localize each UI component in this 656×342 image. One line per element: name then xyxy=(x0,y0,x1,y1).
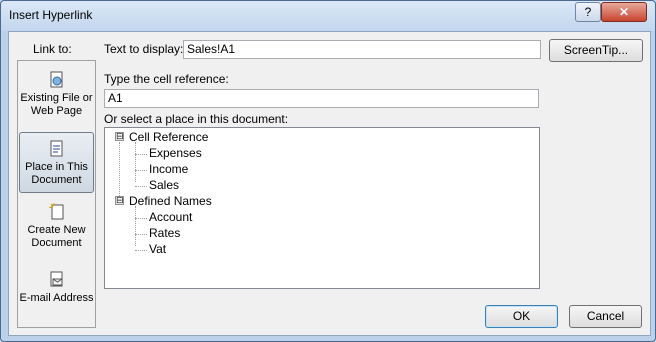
cell-reference-label: Type the cell reference: xyxy=(104,72,229,86)
tree-line xyxy=(135,142,136,182)
link-to-label: Link to: xyxy=(33,42,72,56)
link-existing-file-web-page[interactable]: Existing File or Web Page xyxy=(18,71,95,123)
tree-line xyxy=(135,218,147,219)
help-button[interactable]: ? xyxy=(575,2,601,22)
insert-hyperlink-dialog: Insert Hyperlink ? ✕ Link to: Existing F… xyxy=(0,0,656,342)
tree-line xyxy=(135,154,147,155)
document-place-tree[interactable]: ⊟ Cell Reference Expenses Income Sales ⊟… xyxy=(104,127,540,289)
tree-node-defined-names[interactable]: Defined Names xyxy=(129,194,212,208)
tree-line xyxy=(135,234,147,235)
tree-node-cell-reference[interactable]: Cell Reference xyxy=(129,130,208,144)
link-existing-line2: Web Page xyxy=(30,105,83,117)
cell-reference-input[interactable]: A1 xyxy=(104,89,539,108)
document-place-icon xyxy=(50,140,62,157)
close-button[interactable]: ✕ xyxy=(601,2,647,22)
tree-node-vat[interactable]: Vat xyxy=(149,242,166,256)
email-icon xyxy=(50,271,62,287)
collapse-cell-reference-icon[interactable]: ⊟ xyxy=(115,132,124,141)
link-create-line1: Create New xyxy=(27,224,86,236)
screentip-button[interactable]: ScreenTip... xyxy=(549,39,643,62)
text-to-display-label: Text to display: xyxy=(104,42,184,56)
dialog-body: Link to: Existing File or Web Page Place… xyxy=(8,31,651,336)
new-document-icon xyxy=(48,203,63,220)
ok-button[interactable]: OK xyxy=(485,305,558,328)
dialog-title: Insert Hyperlink xyxy=(9,8,93,22)
tree-line xyxy=(119,142,120,196)
collapse-defined-names-icon[interactable]: ⊟ xyxy=(115,196,124,205)
link-to-panel: Existing File or Web Page Place in This … xyxy=(17,60,96,328)
tree-line xyxy=(135,170,147,171)
link-place-line1: Place in This xyxy=(25,161,88,173)
tree-line xyxy=(135,186,147,187)
link-create-new-document[interactable]: Create New Document xyxy=(18,203,95,255)
link-existing-line1: Existing File or xyxy=(20,92,93,104)
link-place-in-this-document[interactable]: Place in This Document xyxy=(19,132,94,193)
cancel-button[interactable]: Cancel xyxy=(569,305,642,328)
link-email-address[interactable]: E-mail Address xyxy=(18,271,95,311)
link-place-line2: Document xyxy=(31,174,82,186)
link-create-line2: Document xyxy=(31,237,82,249)
tree-line xyxy=(135,250,147,251)
text-to-display-input[interactable]: Sales!A1 xyxy=(183,40,541,59)
tree-node-expenses[interactable]: Expenses xyxy=(149,146,202,160)
tree-node-sales[interactable]: Sales xyxy=(149,178,179,192)
link-email-line1: E-mail Address xyxy=(19,292,94,304)
tree-node-income[interactable]: Income xyxy=(149,162,188,176)
globe-document-icon xyxy=(50,71,62,88)
title-bar: Insert Hyperlink ? ✕ xyxy=(1,1,655,31)
select-place-label: Or select a place in this document: xyxy=(104,112,289,126)
tree-line xyxy=(135,206,136,246)
tree-node-rates[interactable]: Rates xyxy=(149,226,180,240)
tree-node-account[interactable]: Account xyxy=(149,210,192,224)
